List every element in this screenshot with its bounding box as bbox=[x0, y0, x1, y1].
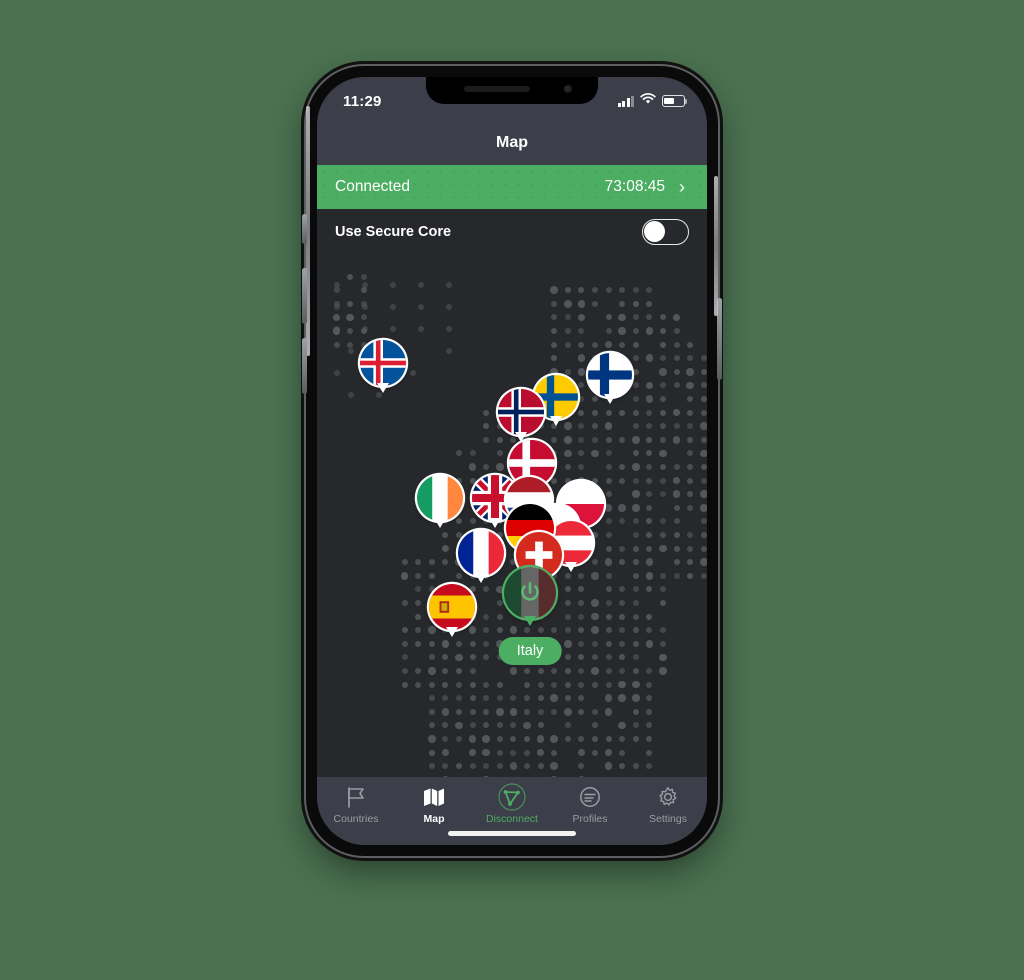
tab-label: Map bbox=[423, 813, 445, 825]
flag-italy-icon bbox=[504, 567, 556, 619]
map-pin-spain[interactable] bbox=[429, 584, 475, 637]
power-icon[interactable] bbox=[504, 567, 556, 619]
protonvpn-icon bbox=[497, 783, 527, 811]
pin-tail bbox=[565, 562, 577, 572]
pin-tail bbox=[377, 383, 389, 393]
tab-map[interactable]: Map bbox=[395, 785, 473, 825]
secure-core-label: Use Secure Core bbox=[335, 224, 452, 240]
flag-icon bbox=[344, 785, 368, 809]
pin-tail bbox=[550, 416, 562, 426]
nav-bar: Map bbox=[317, 121, 707, 165]
map-pin-france[interactable] bbox=[458, 530, 504, 583]
tab-settings[interactable]: Settings bbox=[629, 785, 707, 825]
map-pin-ireland[interactable] bbox=[417, 475, 463, 528]
connection-status-banner[interactable]: Connected 73:08:45 › bbox=[317, 165, 707, 209]
flag-spain-icon bbox=[429, 584, 475, 630]
map-icon bbox=[422, 785, 446, 809]
gear-icon bbox=[656, 785, 680, 809]
tab-label: Countries bbox=[333, 813, 379, 825]
tab-countries[interactable]: Countries bbox=[317, 785, 395, 825]
toggle-knob bbox=[644, 221, 665, 242]
tab-label: Disconnect bbox=[486, 813, 538, 825]
cellular-signal-icon bbox=[617, 95, 634, 107]
pin-tail bbox=[604, 394, 616, 404]
earpiece-speaker bbox=[464, 86, 530, 92]
world-map[interactable]: Italy bbox=[317, 255, 707, 777]
pin-tail bbox=[446, 627, 458, 637]
status-bar-icons bbox=[617, 88, 688, 110]
volume-down-button[interactable] bbox=[302, 338, 307, 394]
pin-tail bbox=[434, 518, 446, 528]
map-pin-finland[interactable] bbox=[588, 353, 632, 404]
silent-switch[interactable] bbox=[302, 214, 307, 244]
volume-up-button[interactable] bbox=[302, 268, 307, 324]
secure-core-toggle[interactable] bbox=[642, 219, 689, 245]
connection-status-label: Connected bbox=[335, 178, 410, 195]
status-bar-time: 11:29 bbox=[343, 92, 382, 110]
connected-country-label: Italy bbox=[498, 637, 562, 665]
front-camera-icon bbox=[564, 85, 572, 93]
tab-disconnect[interactable]: Disconnect bbox=[473, 783, 551, 825]
notch bbox=[426, 77, 598, 104]
profiles-icon bbox=[578, 785, 602, 809]
flag-ireland-icon bbox=[417, 475, 463, 521]
tab-label: Profiles bbox=[572, 813, 608, 825]
page-title: Map bbox=[496, 134, 528, 151]
map-pin-norway[interactable] bbox=[498, 389, 544, 442]
flag-norway-icon bbox=[498, 389, 544, 435]
flag-iceland-icon bbox=[360, 340, 406, 386]
phone-screen: 11:29 Map Connected 73:08:45 › Use Secur… bbox=[317, 77, 707, 845]
chevron-right-icon[interactable]: › bbox=[671, 177, 693, 198]
secure-core-row: Use Secure Core bbox=[317, 209, 707, 255]
flag-finland-icon bbox=[588, 353, 632, 397]
tab-profiles[interactable]: Profiles bbox=[551, 785, 629, 825]
battery-icon bbox=[662, 95, 688, 107]
pin-tail bbox=[475, 573, 487, 583]
connection-timer: 73:08:45 bbox=[604, 178, 665, 195]
pin-tail bbox=[524, 616, 536, 626]
map-pin-italy[interactable] bbox=[504, 567, 556, 626]
pin-tail bbox=[489, 518, 501, 528]
phone-frame: 11:29 Map Connected 73:08:45 › Use Secur… bbox=[302, 66, 722, 856]
home-indicator[interactable] bbox=[448, 831, 576, 836]
wifi-icon bbox=[640, 92, 656, 110]
power-button[interactable] bbox=[717, 298, 722, 380]
tab-label: Settings bbox=[649, 813, 687, 825]
flag-france-icon bbox=[458, 530, 504, 576]
map-pin-iceland[interactable] bbox=[360, 340, 406, 393]
